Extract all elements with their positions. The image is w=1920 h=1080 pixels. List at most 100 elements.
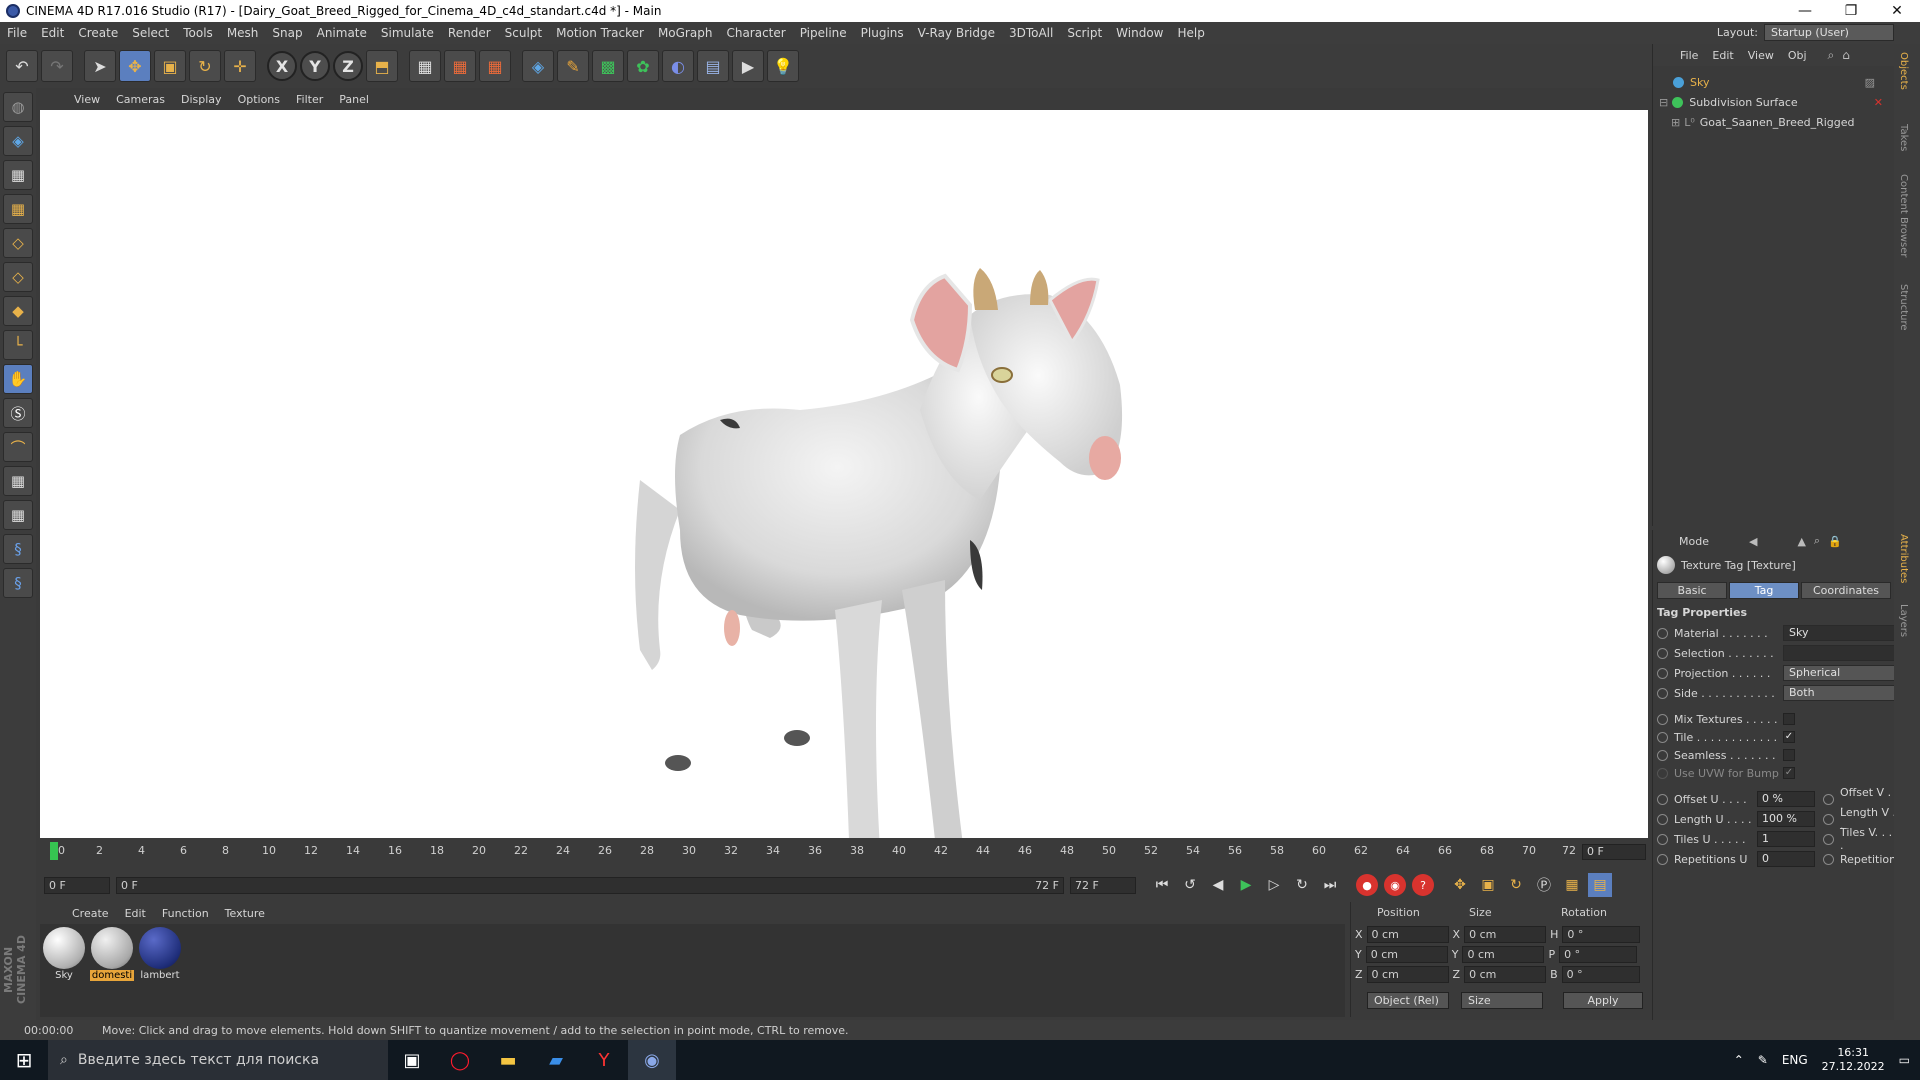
menu-motion-tracker[interactable]: Motion Tracker: [549, 26, 651, 40]
animate-radio-icon[interactable]: [1657, 731, 1668, 743]
task-view-icon[interactable]: ▣: [388, 1040, 436, 1080]
timeline-ruler[interactable]: 0 2 4 6 8 10 12 14 16 18 20 22 24 26 28 …: [48, 840, 1578, 862]
render-picture-viewer-icon[interactable]: ▦: [444, 50, 476, 82]
material-menu-function[interactable]: Function: [154, 907, 217, 920]
menu-mograph[interactable]: MoGraph: [651, 26, 720, 40]
menu-select[interactable]: Select: [125, 26, 176, 40]
size-mode-dropdown[interactable]: Size: [1461, 992, 1543, 1009]
animate-radio-icon[interactable]: [1823, 853, 1834, 865]
menu-tools[interactable]: Tools: [176, 26, 220, 40]
tray-chevron-icon[interactable]: ⌃: [1734, 1053, 1744, 1067]
viewport-menu-panel[interactable]: Panel: [331, 93, 377, 106]
back-arrow-icon[interactable]: ◀: [1749, 535, 1757, 548]
end-frame-field[interactable]: 72 F: [1070, 876, 1136, 894]
floor-scene-icon[interactable]: ▤: [697, 50, 729, 82]
cinema4d-taskbar-icon[interactable]: ◉: [628, 1040, 676, 1080]
menu-animate[interactable]: Animate: [310, 26, 374, 40]
seamless-checkbox[interactable]: [1783, 749, 1795, 761]
transform-tool-icon[interactable]: ✛: [224, 50, 256, 82]
rotation-b-field[interactable]: 0 °: [1561, 966, 1640, 983]
cube-primitive-icon[interactable]: ◈: [522, 50, 554, 82]
texture-mode-icon[interactable]: ▦: [3, 160, 33, 190]
size-x-field[interactable]: 0 cm: [1464, 926, 1547, 943]
taskbar-search-box[interactable]: ⌕ Введите здесь текст для поиска: [48, 1040, 388, 1080]
redo-icon[interactable]: ↷: [41, 50, 73, 82]
object-item-subdivision-surface[interactable]: ⊟ Subdivision Surface ✕: [1653, 92, 1895, 112]
menu-create[interactable]: Create: [71, 26, 125, 40]
scale-tool-icon[interactable]: ▣: [154, 50, 186, 82]
notifications-icon[interactable]: ▭: [1899, 1053, 1910, 1067]
tab-tag[interactable]: Tag: [1729, 582, 1799, 599]
record-keys-icon[interactable]: ●: [1356, 874, 1378, 896]
parameter-key-icon[interactable]: Ⓟ: [1532, 873, 1556, 897]
store-icon[interactable]: ▰: [532, 1040, 580, 1080]
menu-vray-bridge[interactable]: V-Ray Bridge: [911, 26, 1002, 40]
mograph-cloner-icon[interactable]: ✿: [627, 50, 659, 82]
animate-radio-icon[interactable]: [1657, 667, 1668, 679]
menu-window[interactable]: Window: [1109, 26, 1170, 40]
object-item-sky[interactable]: Sky ▨: [1653, 72, 1895, 92]
lock-icon[interactable]: 🔒: [1828, 535, 1842, 548]
menu-3dtoall[interactable]: 3DToAll: [1002, 26, 1060, 40]
vtab-structure[interactable]: Structure: [1898, 284, 1909, 331]
animate-radio-icon[interactable]: [1657, 833, 1668, 845]
viewport-menu-options[interactable]: Options: [230, 93, 288, 106]
x-axis-lock-icon[interactable]: X: [267, 51, 297, 81]
point-level-icon[interactable]: ▦: [1560, 873, 1584, 897]
home-icon[interactable]: ⌂: [1842, 48, 1850, 62]
animate-radio-icon[interactable]: [1657, 647, 1668, 659]
viewport-menu-cameras[interactable]: Cameras: [108, 93, 173, 106]
3d-viewport[interactable]: [40, 110, 1648, 838]
go-to-end-icon[interactable]: ⏭: [1318, 873, 1342, 897]
camera-icon[interactable]: ▶: [732, 50, 764, 82]
render-settings-icon[interactable]: ▦: [479, 50, 511, 82]
material-menu-texture[interactable]: Texture: [217, 907, 273, 920]
menu-simulate[interactable]: Simulate: [374, 26, 441, 40]
position-z-field[interactable]: 0 cm: [1366, 966, 1449, 983]
keyframe-selection-icon[interactable]: ?: [1412, 874, 1434, 896]
vtab-attributes[interactable]: Attributes: [1898, 534, 1909, 583]
rotation-p-field[interactable]: 0 °: [1559, 946, 1638, 963]
vtab-layers[interactable]: Layers: [1898, 604, 1909, 637]
length-u-field[interactable]: 100 %: [1757, 811, 1815, 827]
undo-icon[interactable]: ↶: [6, 50, 38, 82]
offset-u-field[interactable]: 0 %: [1757, 791, 1815, 807]
menu-script[interactable]: Script: [1060, 26, 1109, 40]
animate-radio-icon[interactable]: [1657, 767, 1668, 779]
python-icon[interactable]: §: [3, 534, 33, 564]
render-view-icon[interactable]: ▦: [409, 50, 441, 82]
material-menu-create[interactable]: Create: [64, 907, 117, 920]
menu-file[interactable]: File: [0, 26, 34, 40]
menu-snap[interactable]: Snap: [265, 26, 309, 40]
attribute-mode-menu[interactable]: Mode: [1679, 535, 1709, 548]
material-menu-edit[interactable]: Edit: [117, 907, 154, 920]
current-frame-field[interactable]: 0 F: [1582, 844, 1646, 860]
expand-icon[interactable]: ⊞: [1671, 116, 1680, 129]
timeline-window-icon[interactable]: ▤: [1588, 873, 1612, 897]
points-mode-icon[interactable]: ◇: [3, 228, 33, 258]
animate-radio-icon[interactable]: [1823, 813, 1834, 825]
object-menu-view[interactable]: View: [1741, 49, 1781, 62]
viewport-menu-filter[interactable]: Filter: [288, 93, 331, 106]
move-tool-icon[interactable]: ✥: [119, 50, 151, 82]
yandex-browser-icon[interactable]: Y: [580, 1040, 628, 1080]
play-icon[interactable]: ▶: [1234, 873, 1258, 897]
menu-edit[interactable]: Edit: [34, 26, 71, 40]
projection-dropdown[interactable]: Spherical: [1783, 665, 1897, 681]
clock[interactable]: 16:31 27.12.2022: [1822, 1046, 1885, 1074]
repetitions-u-field[interactable]: 0: [1757, 851, 1815, 867]
disable-icon[interactable]: ✕: [1874, 96, 1883, 109]
coordinate-mode-dropdown[interactable]: Object (Rel): [1367, 992, 1449, 1009]
animate-radio-icon[interactable]: [1657, 813, 1668, 825]
position-y-field[interactable]: 0 cm: [1365, 946, 1448, 963]
tab-coordinates[interactable]: Coordinates: [1801, 582, 1891, 599]
make-editable-icon[interactable]: ◍: [3, 92, 33, 122]
restore-icon[interactable]: ❐: [1828, 0, 1874, 22]
collapse-icon[interactable]: ⊟: [1659, 96, 1668, 109]
workplane-grid-icon[interactable]: ▦: [3, 500, 33, 530]
previous-key-icon[interactable]: ↺: [1178, 873, 1202, 897]
polygons-mode-icon[interactable]: ◆: [3, 296, 33, 326]
object-menu-obj[interactable]: Obj: [1781, 49, 1814, 62]
deformer-icon[interactable]: ◐: [662, 50, 694, 82]
scale-key-icon[interactable]: ▣: [1476, 873, 1500, 897]
